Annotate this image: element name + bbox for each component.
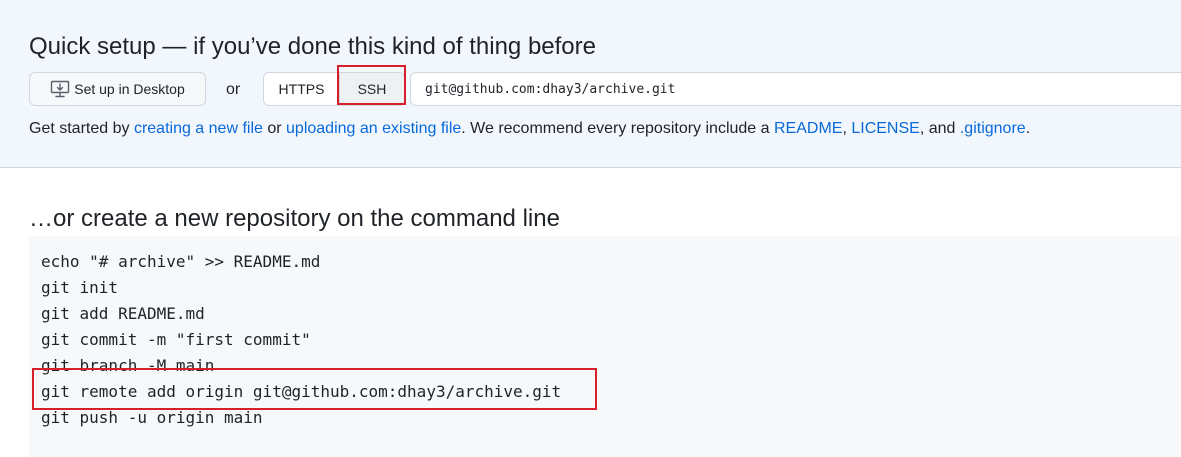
get-started-prefix: Get started by xyxy=(29,120,134,137)
protocol-toggle-group: HTTPS SSH xyxy=(263,72,408,106)
get-started-period: . xyxy=(1025,120,1031,137)
code-line-git-add: git add README.md xyxy=(41,304,205,323)
code-line-git-init: git init xyxy=(41,278,119,297)
code-line-git-push: git push -u origin main xyxy=(41,408,263,427)
code-line-git-commit: git commit -m "first commit" xyxy=(41,330,311,349)
get-started-comma: , xyxy=(842,120,847,137)
license-link[interactable]: LICENSE xyxy=(851,120,919,137)
gitignore-link[interactable]: .gitignore xyxy=(960,120,1026,137)
set-up-in-desktop-label: Set up in Desktop xyxy=(74,81,185,97)
readme-link[interactable]: README xyxy=(774,120,842,137)
get-started-text: Get started by creating a new file or up… xyxy=(29,118,1030,140)
uploading-existing-file-link[interactable]: uploading an existing file xyxy=(286,120,461,137)
code-line-git-branch: git branch -M main xyxy=(41,356,215,375)
get-started-and: , and xyxy=(919,120,960,137)
https-button[interactable]: HTTPS xyxy=(263,72,340,106)
quick-setup-title: Quick setup — if you’ve done this kind o… xyxy=(29,33,596,60)
command-line-code-block: echo "# archive" >> README.md git init git… xyxy=(29,236,1181,457)
or-label: or xyxy=(226,81,241,98)
creating-new-file-link[interactable]: creating a new file xyxy=(134,120,263,137)
quick-setup-panel: Quick setup — if you’ve done this kind o… xyxy=(0,0,1181,168)
clone-url-input[interactable] xyxy=(410,72,1181,106)
desktop-download-icon xyxy=(50,80,70,98)
get-started-or: or xyxy=(262,120,287,137)
command-line-title: …or create a new repository on the comma… xyxy=(29,205,560,232)
code-line-echo: echo "# archive" >> README.md xyxy=(41,252,321,271)
get-started-recommend: . We recommend every repository include … xyxy=(461,120,774,137)
code-line-git-remote: git remote add origin git@github.com:dha… xyxy=(41,382,562,401)
ssh-button[interactable]: SSH xyxy=(339,72,405,106)
set-up-in-desktop-button[interactable]: Set up in Desktop xyxy=(29,72,206,106)
